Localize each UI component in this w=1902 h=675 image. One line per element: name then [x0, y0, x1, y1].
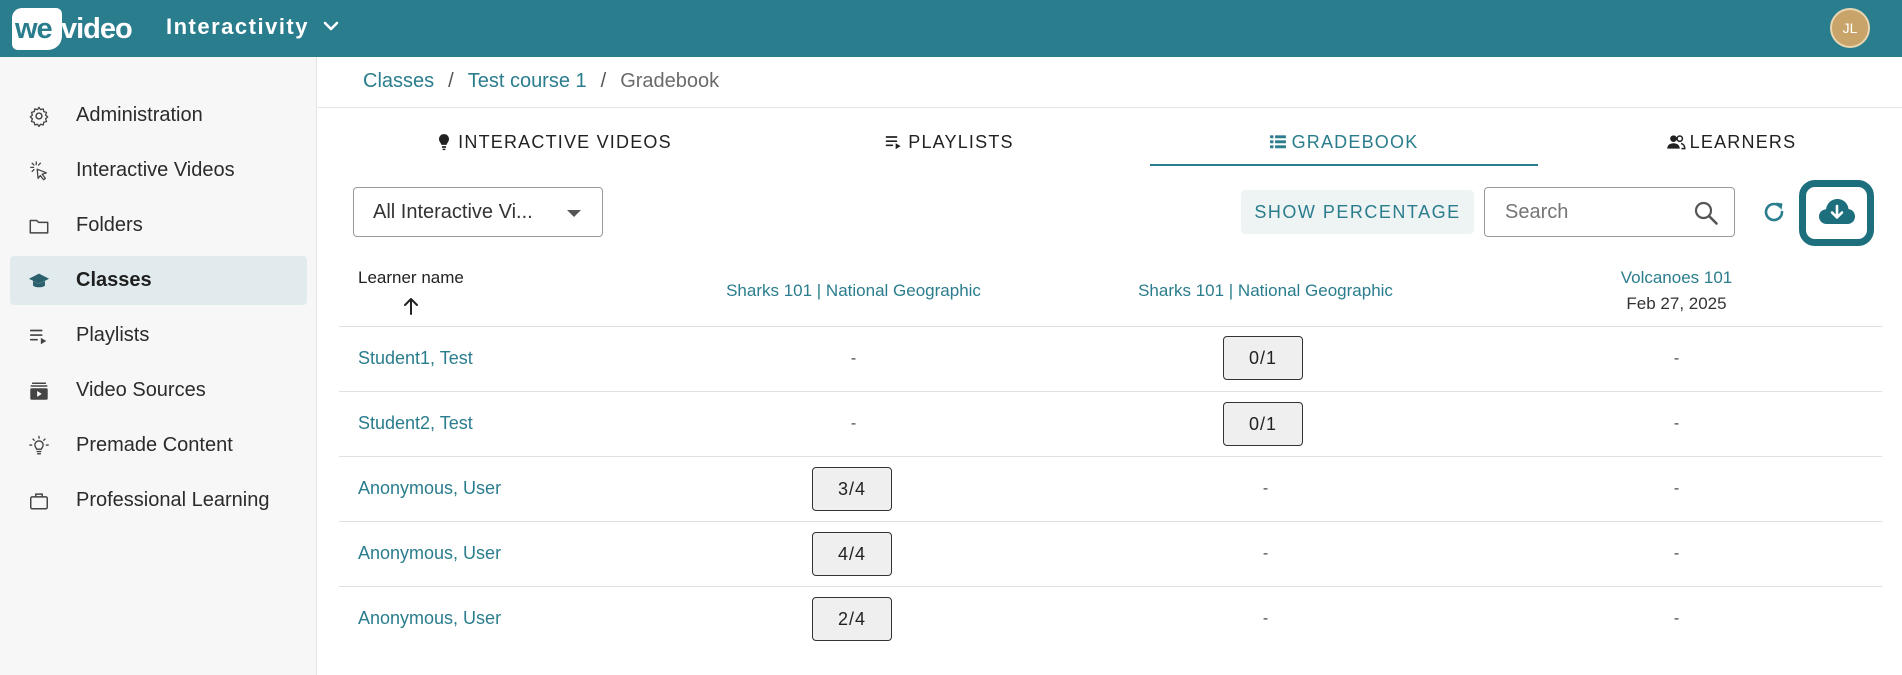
- download-button[interactable]: [1799, 180, 1874, 246]
- user-avatar[interactable]: JL: [1830, 8, 1870, 48]
- filter-selected-value: All Interactive Vi...: [373, 201, 533, 223]
- learner-link[interactable]: Anonymous, User: [358, 478, 501, 499]
- score-cell: -: [1673, 350, 1680, 367]
- sidebar-item-label: Playlists: [76, 324, 150, 346]
- cloud-download-icon: [1819, 199, 1855, 224]
- score-cell: -: [1673, 480, 1680, 497]
- tab-label: LEARNERS: [1689, 131, 1797, 152]
- tab-gradebook[interactable]: GRADEBOOK: [1150, 128, 1536, 168]
- playlist-icon: [29, 329, 47, 345]
- breadcrumb-current: Gradebook: [620, 70, 720, 92]
- show-percentage-button[interactable]: SHOW PERCENTAGE: [1241, 190, 1474, 234]
- learner-link[interactable]: Student2, Test: [358, 413, 473, 434]
- sidebar-item-folders[interactable]: Folders: [10, 201, 307, 250]
- gear-icon: [29, 106, 49, 127]
- caret-down-icon: [567, 210, 581, 217]
- cursor-click-icon: [30, 161, 47, 181]
- sidebar-item-label: Premade Content: [76, 434, 233, 456]
- sidebar-item-premade-content[interactable]: Premade Content: [10, 421, 307, 470]
- graduation-cap-icon: [28, 273, 50, 288]
- learner-link[interactable]: Anonymous, User: [358, 608, 501, 629]
- sidebar-item-administration[interactable]: Administration: [10, 91, 307, 140]
- sidebar-item-interactive-videos[interactable]: Interactive Videos: [10, 146, 307, 195]
- score-cell: -: [1262, 610, 1269, 627]
- briefcase-icon: [30, 493, 48, 510]
- column-header-video-2[interactable]: Sharks 101 | National Geographic: [1060, 281, 1471, 301]
- table-header-divider: [339, 326, 1882, 327]
- tab-label: GRADEBOOK: [1291, 131, 1419, 152]
- logo-we-text: we: [15, 13, 53, 45]
- score-cell: -: [850, 415, 857, 432]
- score-cell: -: [850, 350, 857, 367]
- sidebar-item-label: Professional Learning: [76, 489, 270, 511]
- sidebar-item-label: Interactive Videos: [76, 159, 235, 181]
- video-filter-dropdown[interactable]: All Interactive Vi...: [353, 187, 603, 237]
- refresh-icon[interactable]: [1760, 198, 1788, 226]
- breadcrumb-separator: /: [600, 70, 607, 92]
- app-switcher-title[interactable]: Interactivity: [166, 14, 309, 40]
- breadcrumb-link-course[interactable]: Test course 1: [468, 70, 587, 92]
- sidebar-item-video-sources[interactable]: Video Sources: [10, 366, 307, 415]
- chevron-down-icon[interactable]: [321, 16, 341, 36]
- score-cell: -: [1262, 480, 1269, 497]
- tab-playlists[interactable]: PLAYLISTS: [756, 128, 1142, 168]
- column-header-video-1[interactable]: Sharks 101 | National Geographic: [648, 281, 1059, 301]
- score-button[interactable]: 4/4: [812, 532, 892, 576]
- sidebar-item-label: Video Sources: [76, 379, 206, 401]
- sidebar: Administration Interactive Videos Folder…: [0, 57, 317, 675]
- column-header-date: Feb 27, 2025: [1626, 294, 1727, 313]
- row-divider: [339, 521, 1882, 522]
- learner-link[interactable]: Anonymous, User: [358, 543, 501, 564]
- lightbulb-icon: [29, 435, 49, 455]
- sidebar-item-label: Folders: [76, 214, 143, 236]
- folder-icon: [29, 219, 49, 234]
- score-button[interactable]: 2/4: [812, 597, 892, 641]
- breadcrumb-separator: /: [448, 70, 454, 92]
- score-cell: -: [1673, 610, 1680, 627]
- breadcrumb-divider: [318, 107, 1902, 108]
- score-button[interactable]: 0/1: [1223, 402, 1303, 446]
- top-bar: we video Interactivity JL: [0, 0, 1902, 57]
- lightbulb-icon: [439, 134, 450, 151]
- search-field: [1484, 187, 1735, 237]
- learner-link[interactable]: Student1, Test: [358, 348, 473, 369]
- score-cell: -: [1673, 545, 1680, 562]
- sidebar-item-label: Classes: [76, 269, 152, 291]
- column-header-video-3[interactable]: Volcanoes 101: [1471, 268, 1882, 288]
- people-icon: [1666, 135, 1686, 150]
- breadcrumb-link-classes[interactable]: Classes: [363, 70, 434, 92]
- sidebar-item-professional-learning[interactable]: Professional Learning: [10, 476, 307, 525]
- video-stack-icon: [30, 382, 48, 400]
- active-tab-indicator: [1150, 164, 1538, 166]
- search-icon[interactable]: [1693, 200, 1719, 226]
- search-input[interactable]: [1486, 189, 1686, 235]
- tab-interactive-videos[interactable]: INTERACTIVE VIDEOS: [360, 128, 746, 168]
- row-divider: [339, 456, 1882, 457]
- tab-label: PLAYLISTS: [908, 131, 1014, 152]
- sidebar-item-classes[interactable]: Classes: [10, 256, 307, 305]
- wevideo-logo[interactable]: we video: [12, 8, 133, 50]
- row-divider: [339, 586, 1882, 587]
- sidebar-item-playlists[interactable]: Playlists: [10, 311, 307, 360]
- score-cell: -: [1673, 415, 1680, 432]
- playlist-icon: [885, 136, 901, 150]
- row-divider: [339, 391, 1882, 392]
- learner-name-header[interactable]: Learner name: [358, 268, 464, 288]
- breadcrumb: Classes / Test course 1 / Gradebook: [363, 70, 719, 93]
- sidebar-item-label: Administration: [76, 104, 203, 126]
- tab-label: INTERACTIVE VIDEOS: [458, 131, 672, 152]
- list-icon: [1269, 135, 1286, 149]
- score-cell: -: [1262, 545, 1269, 562]
- tab-learners[interactable]: LEARNERS: [1538, 128, 1902, 168]
- sort-ascending-icon[interactable]: [400, 295, 422, 317]
- score-button[interactable]: 3/4: [812, 467, 892, 511]
- logo-video-text: video: [61, 13, 133, 45]
- score-button[interactable]: 0/1: [1223, 336, 1303, 380]
